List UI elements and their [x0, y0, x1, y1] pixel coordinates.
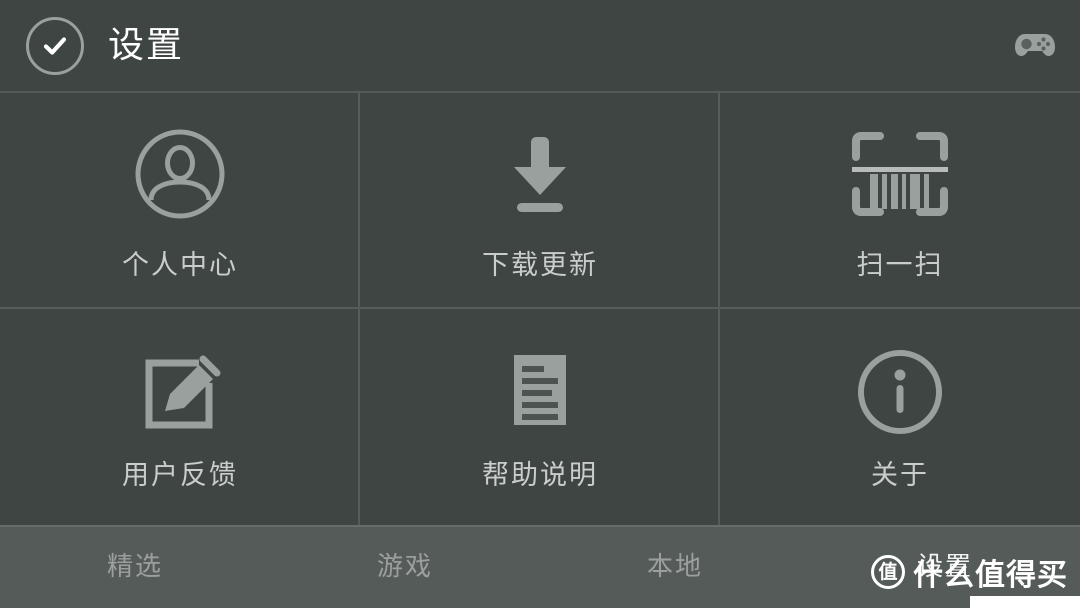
grid-item-user-feedback[interactable]: 用户反馈	[0, 309, 360, 525]
gamepad-icon	[1013, 28, 1057, 64]
nav-item-featured[interactable]: 精选	[0, 527, 270, 608]
grid-item-personal-center[interactable]: 个人中心	[0, 93, 360, 309]
document-lines-icon	[504, 346, 576, 438]
nav-item-games[interactable]: 游戏	[270, 527, 540, 608]
grid-item-label: 用户反馈	[122, 459, 238, 491]
grid-item-download-update[interactable]: 下载更新	[360, 93, 720, 309]
check-circle-icon	[38, 29, 72, 63]
page-title: 设置	[108, 24, 185, 66]
grid-item-label: 扫一扫	[856, 249, 944, 281]
user-circle-icon	[132, 122, 228, 226]
settings-screen: 设置 个人中心 下载更新 扫一扫 用户反馈 帮助说明 关于 精选 游戏 本地 设…	[0, 0, 1080, 608]
grid-item-help[interactable]: 帮助说明	[360, 309, 720, 525]
gamepad-button[interactable]	[1012, 23, 1058, 69]
back-button[interactable]	[26, 16, 84, 75]
settings-grid: 个人中心 下载更新 扫一扫 用户反馈 帮助说明 关于	[0, 93, 1080, 525]
nav-item-local[interactable]: 本地	[540, 527, 810, 608]
header-bar: 设置	[0, 0, 1080, 93]
barcode-scan-icon	[848, 122, 952, 226]
watermark-bar	[970, 596, 1080, 608]
grid-item-label: 帮助说明	[482, 459, 598, 491]
info-circle-icon	[855, 346, 945, 438]
grid-item-label: 关于	[871, 459, 929, 491]
grid-item-label: 下载更新	[482, 249, 598, 281]
download-icon	[500, 122, 580, 226]
edit-pencil-square-icon	[137, 346, 223, 438]
grid-item-scan[interactable]: 扫一扫	[720, 93, 1080, 309]
grid-item-about[interactable]: 关于	[720, 309, 1080, 525]
bottom-navigation: 精选 游戏 本地 设置 值 什么值得买	[0, 525, 1080, 608]
grid-item-label: 个人中心	[122, 249, 238, 281]
